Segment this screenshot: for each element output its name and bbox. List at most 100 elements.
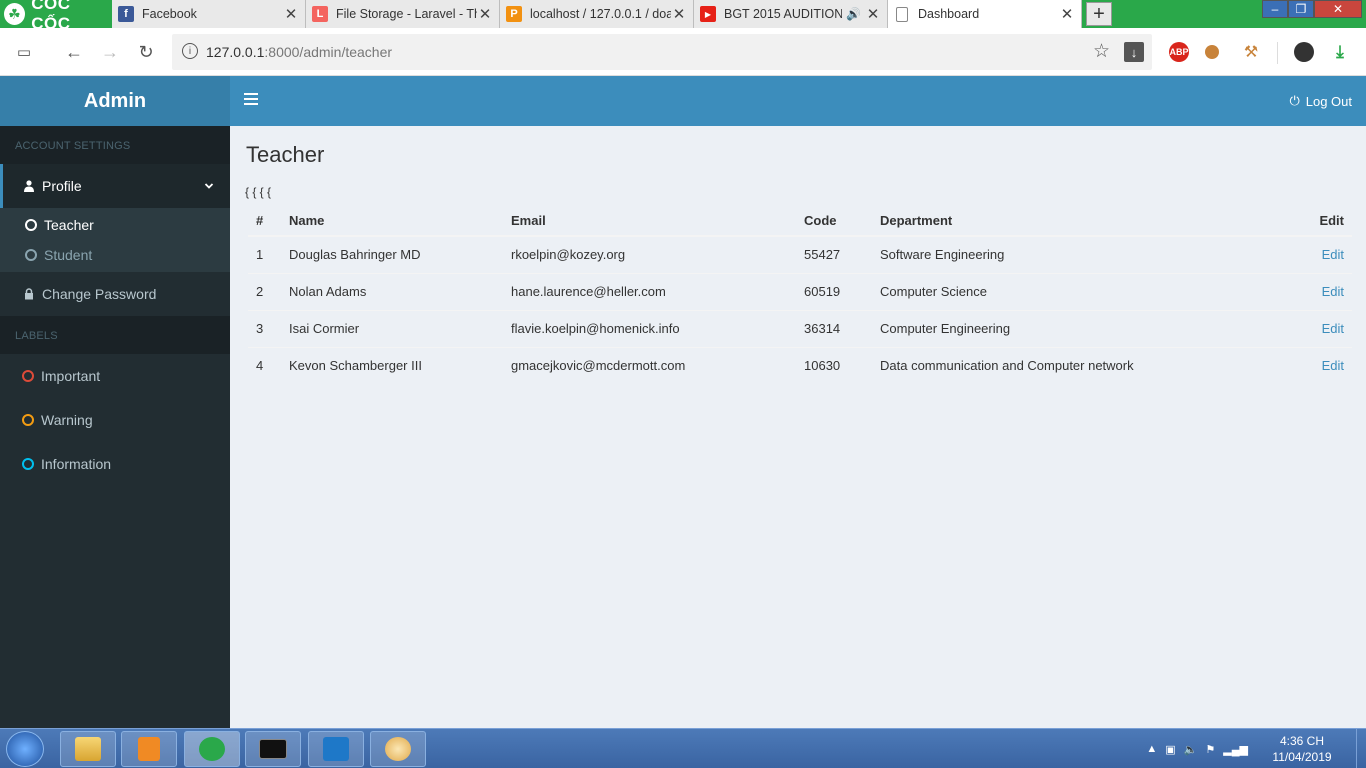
sidebar-toggle-icon[interactable]: ▭ xyxy=(12,40,36,64)
edit-link[interactable]: Edit xyxy=(1297,309,1352,347)
volume-icon[interactable]: 🔈 xyxy=(1184,743,1198,756)
sidebar-item-warning[interactable]: Warning xyxy=(0,398,230,442)
cell-code: 55427 xyxy=(796,235,872,273)
coccoc-logo-icon: ☘ xyxy=(4,3,26,25)
tab-title: BGT 2015 AUDITIONS xyxy=(724,7,843,21)
new-tab-button[interactable]: + xyxy=(1086,2,1112,26)
download-page-icon[interactable]: ↓ xyxy=(1124,42,1144,62)
sidebar-item-important[interactable]: Important xyxy=(0,354,230,398)
taskbar-explorer[interactable] xyxy=(60,731,116,767)
phpmyadmin-icon: P xyxy=(506,6,522,22)
browser-brand[interactable]: ☘ CỐC CỐC xyxy=(0,0,112,33)
close-icon[interactable]: ✕ xyxy=(477,5,493,23)
sidebar-item-profile[interactable]: Profile xyxy=(0,164,230,208)
show-desktop-button[interactable] xyxy=(1356,729,1366,768)
logout-button[interactable]: ⏻ Log Out xyxy=(1289,93,1352,109)
sidebar-item-information[interactable]: Information xyxy=(0,442,230,486)
address-bar[interactable]: i 127.0.0.1:8000/admin/teacher ☆ ↓ xyxy=(172,34,1152,70)
cell-email: flavie.koelpin@homenick.info xyxy=(503,309,796,347)
tab-youtube[interactable]: ▶ BGT 2015 AUDITIONS 🔊 ✕ xyxy=(694,0,888,28)
table-header-row: # Name Email Code Department Edit xyxy=(248,206,1352,237)
tab-title: Dashboard xyxy=(918,7,980,21)
tab-facebook[interactable]: f Facebook ✕ xyxy=(112,0,306,28)
column-header-code: Code xyxy=(796,206,872,237)
maximize-button[interactable]: ❐ xyxy=(1288,0,1314,18)
tab-file-storage[interactable]: L File Storage - Laravel - The ✕ xyxy=(306,0,500,28)
cell-name: Kevon Schamberger III xyxy=(281,346,503,384)
close-icon[interactable]: ✕ xyxy=(865,5,881,23)
close-icon[interactable]: ✕ xyxy=(283,5,299,23)
device-icon[interactable]: ▣ xyxy=(1165,743,1175,756)
sidebar-item-change-password[interactable]: Change Password xyxy=(0,272,230,316)
extension-tool-icon[interactable]: ⚒ xyxy=(1241,42,1261,62)
show-hidden-icons-icon[interactable]: ▲ xyxy=(1146,743,1157,756)
cell-number: 4 xyxy=(248,346,281,384)
stray-text: { { { { xyxy=(245,185,272,199)
close-window-button[interactable]: ✕ xyxy=(1314,0,1362,18)
adblock-icon[interactable]: ABP xyxy=(1169,42,1189,62)
logout-label: Log Out xyxy=(1305,93,1352,109)
sidebar-item-label: Student xyxy=(44,247,93,263)
power-icon: ⏻ xyxy=(1289,93,1300,108)
table-row: 4 Kevon Schamberger III gmacejkovic@mcde… xyxy=(248,346,1352,384)
page-title: Teacher xyxy=(246,142,325,167)
page-icon xyxy=(896,6,908,22)
sidebar-item-label: Teacher xyxy=(44,217,94,233)
circle-icon xyxy=(22,458,34,470)
network-icon[interactable]: ▂▄▆ xyxy=(1223,743,1248,756)
taskbar-terminal[interactable] xyxy=(245,731,301,767)
sidebar: Admin ACCOUNT SETTINGS Profile Teacher S… xyxy=(0,76,230,728)
tab-phpmyadmin[interactable]: P localhost / 127.0.0.1 / doa ✕ xyxy=(500,0,694,28)
sidebar-item-label: Information xyxy=(41,456,112,472)
extension-icon[interactable] xyxy=(1205,45,1219,59)
download-icon[interactable]: ⤓ xyxy=(1330,42,1350,62)
system-tray: ▲ ▣ 🔈 ⚑ ▂▄▆ 4:36 CH 11/04/2019 xyxy=(1146,729,1366,768)
start-button[interactable] xyxy=(6,731,44,767)
flag-icon[interactable]: ⚑ xyxy=(1205,743,1215,756)
back-icon[interactable]: ← xyxy=(62,40,86,64)
edit-link[interactable]: Edit xyxy=(1297,346,1352,384)
close-icon[interactable]: ✕ xyxy=(671,5,687,23)
cell-department: Computer Science xyxy=(872,272,1297,310)
cell-code: 36314 xyxy=(796,309,872,347)
cell-name: Nolan Adams xyxy=(281,272,503,310)
cell-department: Software Engineering xyxy=(872,235,1297,273)
taskbar-media-player[interactable] xyxy=(121,731,177,767)
sidebar-item-label: Profile xyxy=(42,178,82,194)
vscode-icon xyxy=(323,737,349,761)
media-player-icon xyxy=(138,737,160,761)
column-header-edit: Edit xyxy=(1297,206,1352,237)
reload-icon[interactable]: ↻ xyxy=(134,40,158,64)
youtube-icon: ▶ xyxy=(700,6,716,22)
sidebar-header-account: ACCOUNT SETTINGS xyxy=(0,126,230,164)
chevron-down-icon xyxy=(204,178,214,194)
column-header-name: Name xyxy=(281,206,503,237)
app-logo[interactable]: Admin xyxy=(0,76,230,126)
taskbar-paint[interactable] xyxy=(370,731,426,767)
table-row: 2 Nolan Adams hane.laurence@heller.com 6… xyxy=(248,272,1352,310)
facebook-icon: f xyxy=(118,6,134,22)
sidebar-item-label: Warning xyxy=(41,412,93,428)
sidebar-header-labels: LABELS xyxy=(0,316,230,354)
speaker-icon[interactable]: 🔊 xyxy=(846,7,861,21)
info-icon[interactable]: i xyxy=(182,43,198,59)
bookmark-star-icon[interactable]: ☆ xyxy=(1093,40,1110,63)
minimize-button[interactable]: – xyxy=(1262,0,1288,18)
avatar[interactable] xyxy=(1294,42,1314,62)
circle-icon xyxy=(22,414,34,426)
main-content: Teacher { { { { # Name Email Code Depart… xyxy=(230,126,1366,728)
coccoc-icon xyxy=(199,737,225,761)
circle-icon xyxy=(25,219,37,231)
forward-icon[interactable]: → xyxy=(98,40,122,64)
edit-link[interactable]: Edit xyxy=(1297,235,1352,273)
cell-email: rkoelpin@kozey.org xyxy=(503,235,796,273)
clock[interactable]: 4:36 CH 11/04/2019 xyxy=(1262,733,1342,765)
sidebar-item-teacher[interactable]: Teacher xyxy=(0,210,230,240)
sidebar-item-student[interactable]: Student xyxy=(0,240,230,270)
taskbar-vscode[interactable] xyxy=(308,731,364,767)
hamburger-menu-icon[interactable] xyxy=(244,93,258,107)
taskbar-coccoc[interactable] xyxy=(184,731,240,767)
close-icon[interactable]: ✕ xyxy=(1059,5,1075,23)
edit-link[interactable]: Edit xyxy=(1297,272,1352,310)
tab-dashboard[interactable]: Dashboard ✕ xyxy=(888,0,1082,28)
